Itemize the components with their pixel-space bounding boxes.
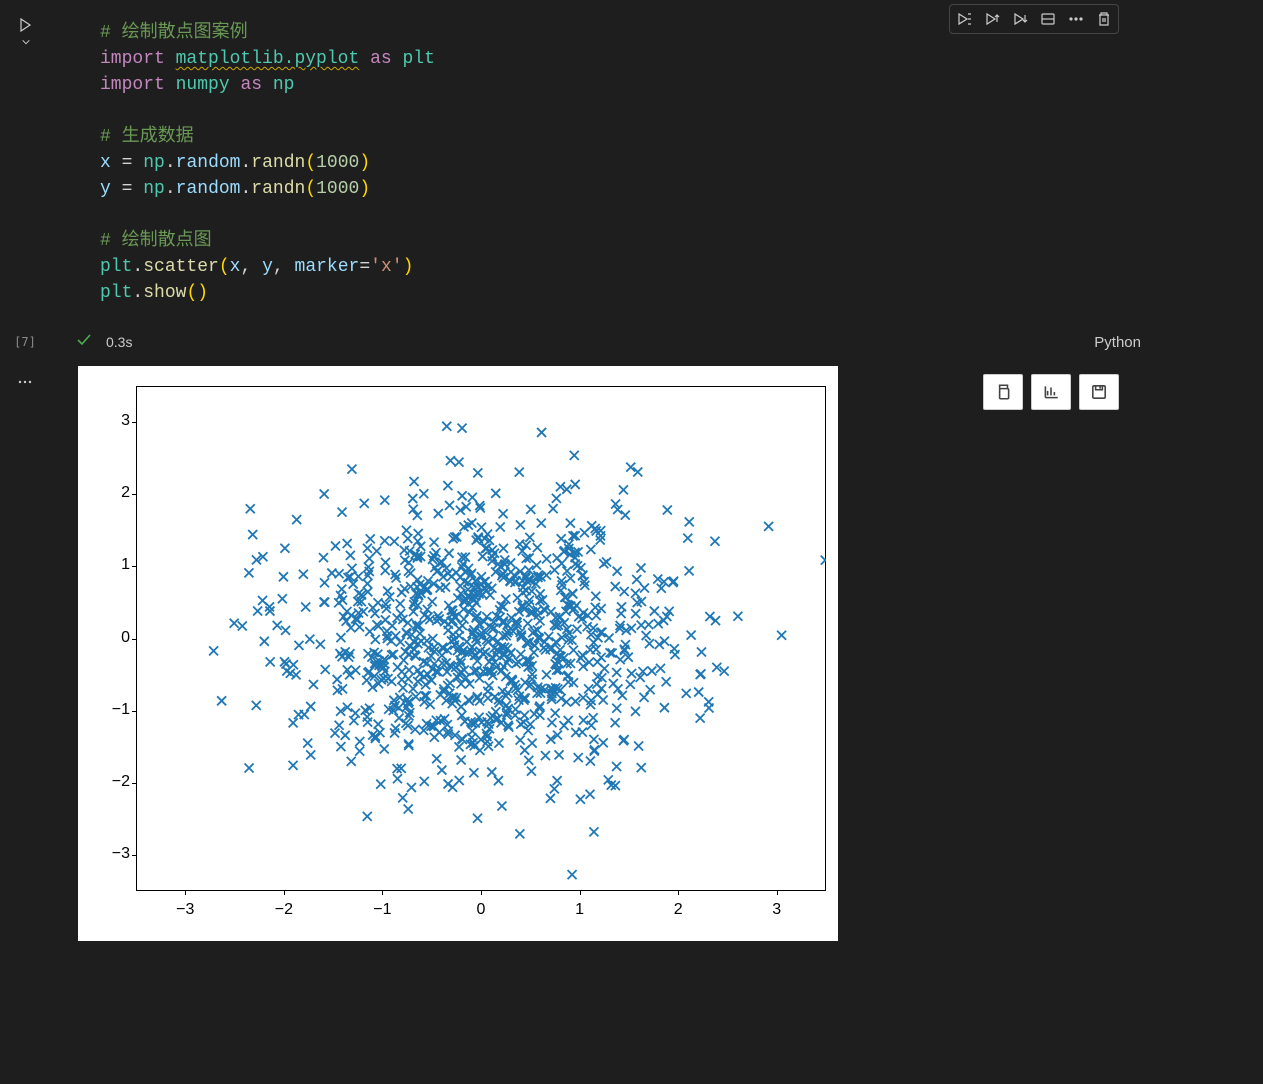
code-editor[interactable]: # 绘制散点图案例 import matplotlib.pyplot as pl… — [50, 0, 1153, 326]
execute-above-button[interactable] — [978, 5, 1006, 33]
execution-status-bar: [7] 0.3s Python — [0, 326, 1153, 358]
notebook-cell: # 绘制散点图案例 import matplotlib.pyplot as pl… — [0, 0, 1263, 941]
execution-count: [7] — [0, 335, 50, 349]
run-by-line-button[interactable] — [950, 5, 978, 33]
y-tick-label: −1 — [78, 701, 130, 719]
language-picker[interactable]: Python — [1094, 334, 1141, 351]
x-tick-label: 1 — [560, 901, 600, 919]
x-tick-label: −3 — [165, 901, 205, 919]
output-options-button[interactable] — [0, 366, 50, 390]
y-tick-label: 3 — [78, 412, 130, 430]
x-tick-label: 3 — [757, 901, 797, 919]
scatter-points-layer — [136, 386, 826, 891]
y-tick-label: 1 — [78, 556, 130, 574]
save-output-button[interactable] — [1079, 374, 1119, 410]
execution-gutter — [0, 0, 50, 52]
scatter-plot-output: −3 −2 −1 0 1 2 3 −3 −2 −1 0 1 2 3 — [78, 366, 838, 941]
cell-output-row: −3 −2 −1 0 1 2 3 −3 −2 −1 0 1 2 3 — [0, 366, 1263, 941]
x-tick-label: 0 — [461, 901, 501, 919]
y-tick-label: −3 — [78, 845, 130, 863]
split-cell-button[interactable] — [1034, 5, 1062, 33]
copy-output-button[interactable] — [983, 374, 1023, 410]
open-plot-viewer-button[interactable] — [1031, 374, 1071, 410]
execution-duration: 0.3s — [106, 334, 132, 350]
y-tick-label: 0 — [78, 629, 130, 647]
success-check-icon — [76, 332, 92, 353]
code-cell-row: # 绘制散点图案例 import matplotlib.pyplot as pl… — [0, 0, 1263, 326]
x-tick-label: 2 — [658, 901, 698, 919]
execute-below-button[interactable] — [1006, 5, 1034, 33]
output-toolbar — [983, 366, 1119, 410]
x-tick-label: −2 — [264, 901, 304, 919]
x-tick-label: −1 — [362, 901, 402, 919]
run-dropdown-button[interactable] — [21, 34, 31, 52]
code-comment: # 绘制散点图案例 — [100, 23, 248, 43]
delete-cell-button[interactable] — [1090, 5, 1118, 33]
y-tick-label: 2 — [78, 484, 130, 502]
cell-toolbar — [949, 4, 1119, 34]
more-actions-button[interactable] — [1062, 5, 1090, 33]
run-cell-button[interactable] — [14, 14, 36, 36]
y-tick-label: −2 — [78, 773, 130, 791]
